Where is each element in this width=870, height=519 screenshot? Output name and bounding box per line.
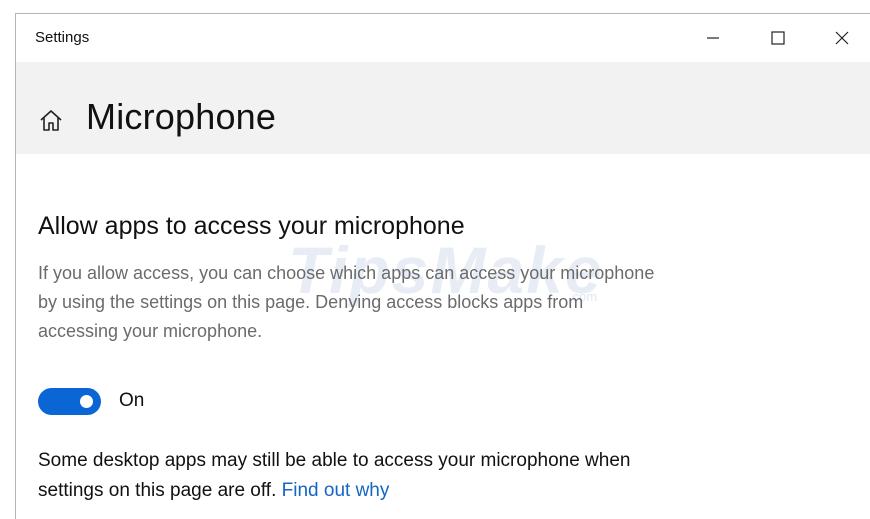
desktop-apps-note: Some desktop apps may still be able to a… — [38, 446, 678, 506]
home-icon[interactable] — [38, 108, 64, 134]
find-out-why-link[interactable]: Find out why — [282, 480, 390, 501]
page-title: Microphone — [86, 96, 277, 137]
page-header: Microphone — [16, 62, 870, 154]
microphone-access-toggle-row: On — [38, 387, 144, 415]
close-icon — [835, 31, 849, 45]
title-bar: Settings — [16, 14, 870, 62]
minimize-icon — [707, 37, 719, 39]
microphone-access-toggle[interactable] — [38, 387, 101, 415]
app-title: Settings — [35, 29, 90, 46]
toggle-state-label: On — [119, 390, 145, 411]
maximize-icon — [771, 31, 785, 45]
maximize-button[interactable] — [751, 14, 805, 62]
minimize-button[interactable] — [686, 14, 740, 62]
toggle-knob — [80, 394, 93, 408]
section-title: Allow apps to access your microphone — [38, 212, 465, 240]
settings-window: Settings Microphone TipsMake .com Allow … — [15, 13, 870, 519]
close-button[interactable] — [815, 14, 869, 62]
section-description: If you allow access, you can choose whic… — [38, 263, 655, 341]
